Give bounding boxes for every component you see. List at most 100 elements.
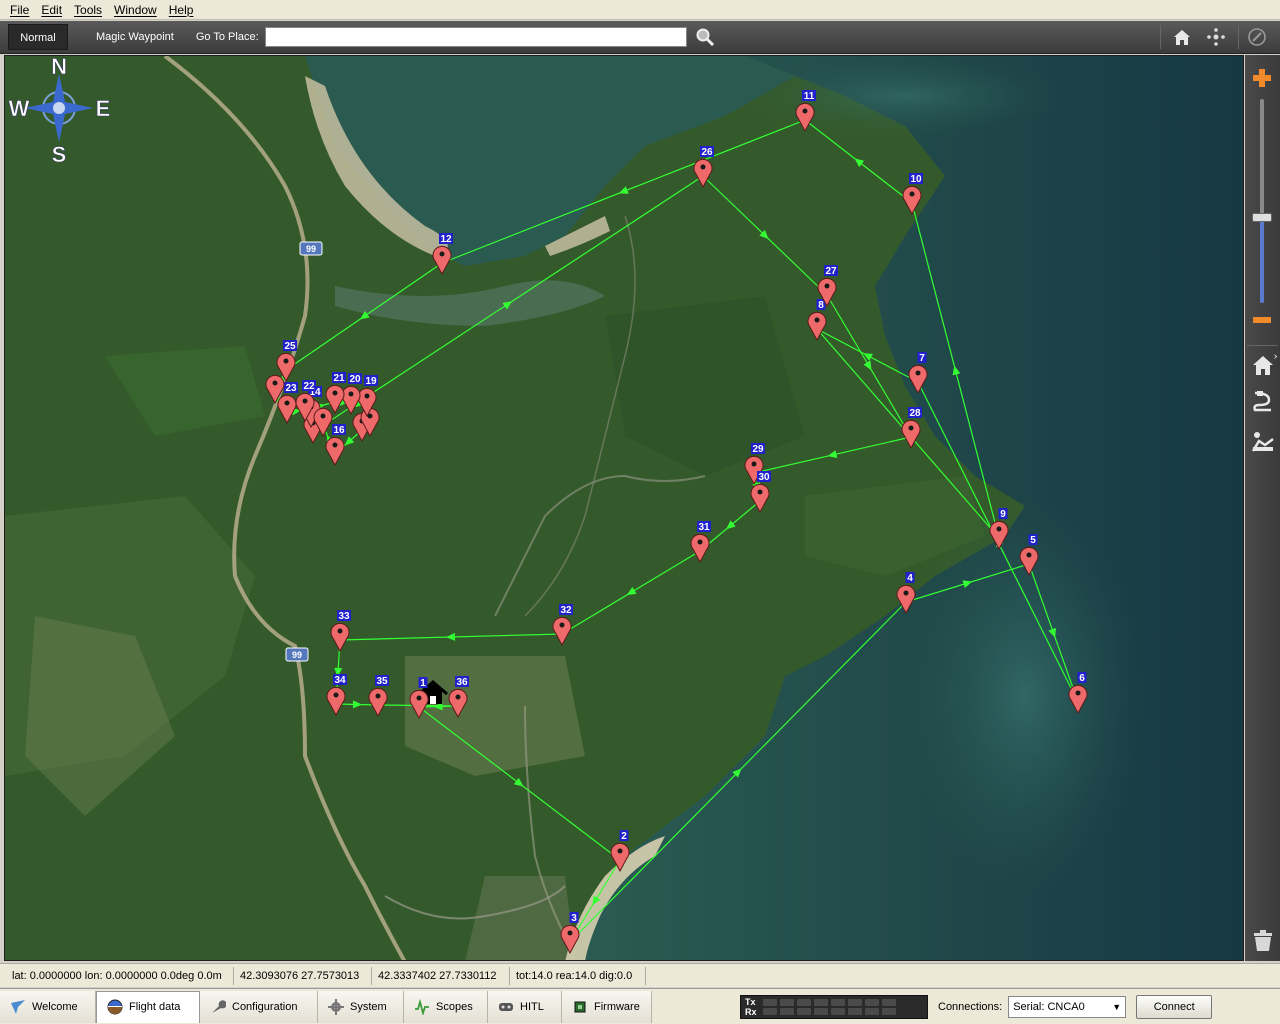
waypoint-label: 23	[285, 383, 297, 394]
rx-label: Rx	[745, 1006, 757, 1017]
waypoint-label: 19	[365, 376, 377, 387]
waypoint-label: 9	[1000, 509, 1006, 520]
coords-a: 42.3093076 27.7573013	[234, 966, 372, 985]
menu-edit[interactable]: Edit	[35, 0, 68, 20]
telemetry-activity-monitor: Tx Rx	[740, 994, 928, 1019]
telemetry-leds	[763, 998, 896, 1015]
serial-port-value: Serial: CNCA0	[1013, 1000, 1085, 1013]
map-toolbar: Normal Magic Waypoint Go To Place:	[0, 21, 1280, 54]
home-icon[interactable]	[1160, 25, 1194, 49]
waypoint-label: 12	[440, 234, 452, 245]
flight-data-icon	[107, 999, 123, 1015]
trash-icon[interactable]	[1249, 927, 1277, 955]
tab-flight-data-label: Flight data	[129, 1001, 181, 1013]
waypoint-label: 6	[1079, 673, 1085, 684]
tx-label: Tx	[745, 996, 756, 1007]
gear-icon	[328, 998, 344, 1015]
waypoint-label: 20	[349, 374, 361, 385]
menu-tools[interactable]: Tools	[68, 0, 108, 20]
waypoint-label: 33	[338, 611, 350, 622]
waypoint-label: 16	[333, 425, 345, 436]
svg-text:99: 99	[292, 650, 302, 660]
waypoint-label: 4	[907, 573, 913, 584]
waypoint-label: 7	[919, 353, 925, 364]
tx-led	[797, 998, 811, 1006]
compass-icon[interactable]	[1238, 25, 1268, 49]
zoom-slider-handle[interactable]	[1252, 213, 1272, 222]
tab-welcome[interactable]: Welcome	[0, 990, 96, 1023]
serial-port-select[interactable]: Serial: CNCA0 ▼	[1008, 995, 1127, 1018]
tx-led	[780, 998, 794, 1006]
map-canvas[interactable]: 99 99 N S W E 12345678910111214161920212…	[5, 56, 1244, 961]
zoom-in-icon[interactable]	[1251, 67, 1273, 89]
compass-n: N	[51, 56, 67, 79]
goto-place-input[interactable]	[264, 27, 687, 47]
waypoint-label: 30	[758, 472, 770, 483]
tab-system-label: System	[350, 1000, 387, 1013]
status-bar: lat: 0.0000000 lon: 0.0000000 0.0deg 0.0…	[0, 963, 1280, 987]
connections-label: Connections:	[938, 1000, 1003, 1013]
compass-e: E	[96, 96, 111, 121]
waypoint-label: 3	[571, 913, 577, 924]
rx-led	[780, 1007, 794, 1015]
waypoint-label: 34	[334, 675, 346, 686]
waypoint-label: 11	[804, 91, 815, 102]
rx-led	[848, 1007, 862, 1015]
tx-led	[814, 998, 828, 1006]
wrench-icon	[210, 999, 226, 1015]
waypoint-label: 29	[752, 444, 764, 455]
search-icon[interactable]	[693, 25, 717, 49]
tx-led	[763, 998, 777, 1006]
svg-text:×: ×	[1273, 352, 1277, 361]
rx-led	[814, 1007, 828, 1015]
waypoint-label: 8	[818, 300, 824, 311]
waypoint-label: 28	[909, 408, 921, 419]
tile-stats: tot:14.0 rea:14.0 dig:0.0	[510, 966, 646, 985]
waypoint-label: 2	[621, 831, 627, 842]
connect-button[interactable]: Connect	[1136, 994, 1213, 1019]
waypoint-label: 1	[420, 678, 426, 689]
satellite-map[interactable]: 99 99 N S W E 1 2 3 4 5 6 7 8 9 10 11 12 14 16 19 20 21 2…	[4, 55, 1244, 961]
menu-bar: File Edit Tools Window Help	[0, 0, 1280, 20]
waypoint-label: 5	[1030, 535, 1036, 546]
scope-icon	[414, 998, 430, 1015]
waypoint-label: 21	[333, 373, 345, 384]
zoom-out-icon[interactable]	[1251, 309, 1273, 331]
center-map-icon[interactable]	[1204, 25, 1228, 49]
waypoint-label: 26	[701, 147, 713, 158]
tx-led	[848, 998, 862, 1006]
menu-window[interactable]: Window	[108, 0, 163, 20]
rx-led	[763, 1007, 777, 1015]
tab-firmware[interactable]: Firmware	[562, 990, 652, 1023]
tab-flight-data[interactable]: Flight data	[96, 990, 200, 1023]
menu-file[interactable]: File	[4, 0, 35, 20]
mode-magic-waypoint-button[interactable]: Magic Waypoint	[84, 24, 186, 50]
tx-led	[865, 998, 879, 1006]
goto-place-label: Go To Place:	[195, 31, 259, 43]
bottom-tab-bar: Welcome Flight data Configuration System…	[0, 988, 1280, 1024]
tab-hitl[interactable]: HITL	[488, 990, 562, 1023]
welcome-icon	[10, 999, 26, 1015]
uav-icon[interactable]	[1249, 427, 1277, 455]
follow-icon[interactable]	[1249, 387, 1277, 415]
tab-scopes[interactable]: Scopes	[404, 990, 488, 1023]
tab-hitl-label: HITL	[520, 1000, 544, 1013]
road-shield-top: 99	[299, 241, 323, 256]
waypoint-label: 35	[376, 676, 388, 687]
rx-led	[882, 1007, 896, 1015]
menu-help[interactable]: Help	[163, 0, 200, 20]
waypoint-label: 10	[910, 174, 922, 185]
gamepad-icon	[498, 999, 514, 1015]
tab-system[interactable]: System	[318, 990, 404, 1023]
tab-configuration[interactable]: Configuration	[200, 990, 318, 1023]
waypoint-label: 22	[303, 381, 315, 392]
home-view-icon[interactable]: ×	[1249, 351, 1280, 379]
zoom-slider[interactable]	[1252, 99, 1272, 303]
waypoint-label: 27	[825, 266, 837, 277]
cursor-position: lat: 0.0000000 lon: 0.0000000 0.0deg 0.0…	[6, 966, 234, 985]
tx-led	[831, 998, 845, 1006]
compass-s: S	[52, 142, 67, 167]
mode-normal-button[interactable]: Normal	[8, 24, 68, 50]
tab-welcome-label: Welcome	[32, 1000, 78, 1013]
road-shield-bottom: 99	[285, 647, 309, 662]
